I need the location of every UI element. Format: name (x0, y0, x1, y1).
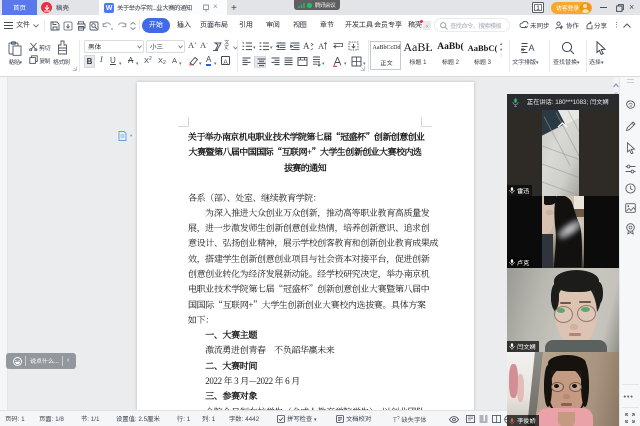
svg-text:A: A (318, 41, 325, 51)
svg-text:A: A (303, 41, 310, 51)
svg-text:A: A (529, 42, 535, 54)
